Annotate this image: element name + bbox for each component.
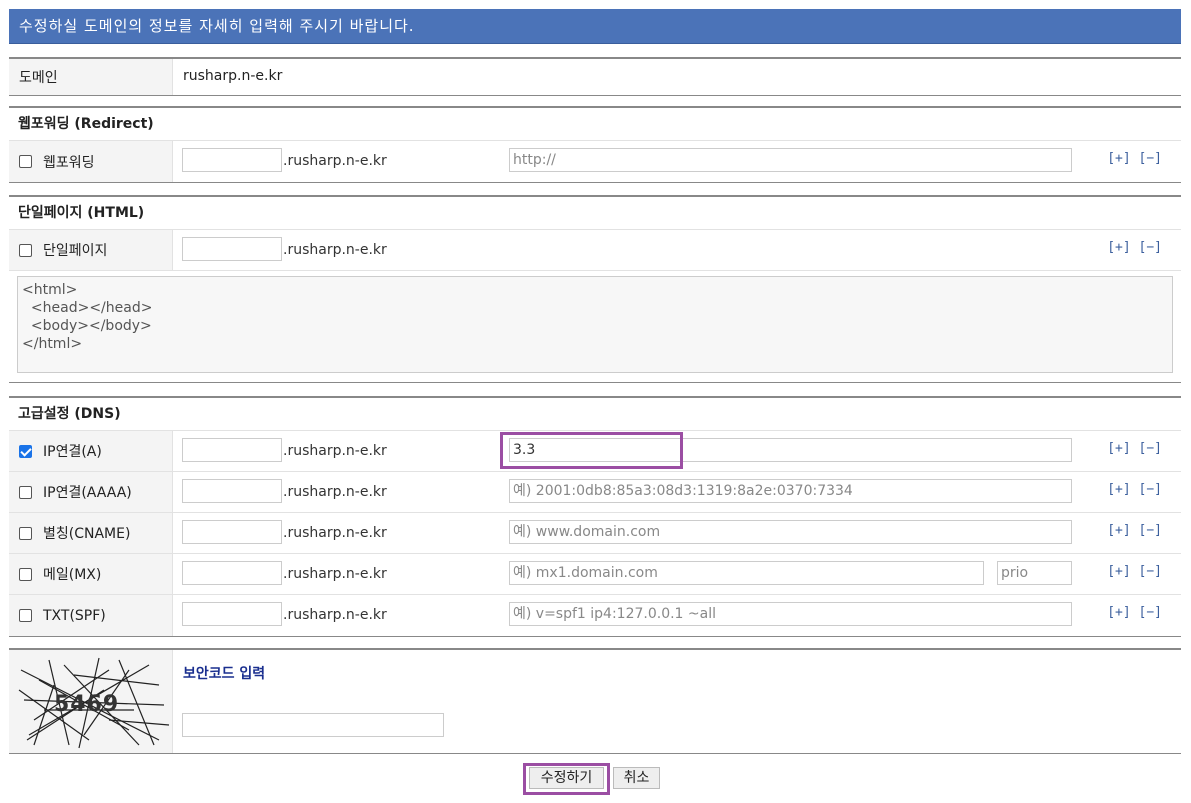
html-page-row: 단일페이지 .rusharp.n-e.kr [+] [−] <box>9 230 1181 271</box>
redirect-subdomain-input[interactable] <box>182 148 282 172</box>
remove-row-button[interactable]: [−] <box>1139 441 1162 456</box>
html-page-subdomain-input[interactable] <box>182 237 282 261</box>
remove-row-button[interactable]: [−] <box>1139 564 1162 579</box>
redirect-row: 웹포워딩 .rusharp.n-e.kr [+] [−] <box>9 141 1181 182</box>
dns-aaaa-checkbox[interactable] <box>19 485 32 499</box>
dns-a-add-remove: [+] [−] <box>1107 441 1162 456</box>
submit-button[interactable]: 수정하기 <box>529 767 604 789</box>
dns-cname-label-cell: 별칭(CNAME) <box>9 513 173 553</box>
dns-txt-value-input[interactable] <box>509 602 1072 626</box>
dns-mx-prio-input[interactable] <box>997 561 1072 585</box>
redirect-title: 웹포워딩 (Redirect) <box>9 108 1181 141</box>
dns-cname-label: 별칭(CNAME) <box>43 526 131 542</box>
cancel-button[interactable]: 취소 <box>613 767 660 789</box>
dns-aaaa-subdomain-input[interactable] <box>182 479 282 503</box>
redirect-label-cell: 웹포워딩 <box>9 141 173 182</box>
remove-row-button[interactable]: [−] <box>1139 605 1162 620</box>
dns-aaaa-label-cell: IP연결(AAAA) <box>9 472 173 512</box>
html-page-label-cell: 단일페이지 <box>9 230 173 270</box>
dns-cname-checkbox[interactable] <box>19 526 32 540</box>
redirect-label: 웹포워딩 <box>43 154 95 171</box>
dns-a-label-cell: IP연결(A) <box>9 431 173 471</box>
redirect-suffix: .rusharp.n-e.kr <box>283 153 387 169</box>
domain-table: 도메인 rusharp.n-e.kr <box>9 57 1181 96</box>
captcha-image: 5469 <box>9 650 173 753</box>
html-page-add-remove: [+] [−] <box>1107 240 1162 255</box>
dns-section: 고급설정 (DNS) IP연결(A) .rusharp.n-e.kr [+] [… <box>9 396 1181 637</box>
dns-txt-label-cell: TXT(SPF) <box>9 595 173 636</box>
dns-cname-value-input[interactable] <box>509 520 1072 544</box>
dns-a-subdomain-input[interactable] <box>182 438 282 462</box>
dns-mx-label-cell: 메일(MX) <box>9 554 173 594</box>
redirect-target-input[interactable] <box>509 148 1072 172</box>
remove-row-button[interactable]: [−] <box>1139 523 1162 538</box>
remove-row-button[interactable]: [−] <box>1139 240 1162 255</box>
add-row-button[interactable]: [+] <box>1107 523 1130 538</box>
dns-mx-add-remove: [+] [−] <box>1107 564 1162 579</box>
html-page-suffix: .rusharp.n-e.kr <box>283 242 387 258</box>
redirect-add-remove: [+] [−] <box>1107 151 1162 166</box>
domain-label: 도메인 <box>9 59 173 95</box>
add-row-button[interactable]: [+] <box>1107 240 1130 255</box>
html-page-label: 단일페이지 <box>43 243 108 259</box>
remove-row-button[interactable]: [−] <box>1139 482 1162 497</box>
dns-cname-suffix: .rusharp.n-e.kr <box>283 525 387 541</box>
dns-row-cname: 별칭(CNAME) .rusharp.n-e.kr [+] [−] <box>9 513 1181 554</box>
dns-aaaa-add-remove: [+] [−] <box>1107 482 1162 497</box>
dns-title: 고급설정 (DNS) <box>9 398 1181 431</box>
add-row-button[interactable]: [+] <box>1107 482 1130 497</box>
html-page-section: 단일페이지 (HTML) 단일페이지 .rusharp.n-e.kr [+] [… <box>9 195 1181 383</box>
dns-mx-suffix: .rusharp.n-e.kr <box>283 566 387 582</box>
html-content-textarea[interactable]: <html> <head></head> <body></body> </htm… <box>17 276 1173 373</box>
add-row-button[interactable]: [+] <box>1107 441 1130 456</box>
add-row-button[interactable]: [+] <box>1107 605 1130 620</box>
dns-row-aaaa: IP연결(AAAA) .rusharp.n-e.kr [+] [−] <box>9 472 1181 513</box>
dns-txt-checkbox[interactable] <box>19 609 32 622</box>
domain-value: rusharp.n-e.kr <box>183 68 283 84</box>
focus-highlight <box>500 432 683 469</box>
dns-a-checkbox[interactable] <box>19 444 32 458</box>
captcha-text: 5469 <box>54 692 120 717</box>
dns-row-txt: TXT(SPF) .rusharp.n-e.kr [+] [−] <box>9 595 1181 636</box>
dns-cname-subdomain-input[interactable] <box>182 520 282 544</box>
add-row-button[interactable]: [+] <box>1107 151 1130 166</box>
security-section: 5469 보안코드 입력 <box>9 648 1181 754</box>
dns-txt-suffix: .rusharp.n-e.kr <box>283 607 387 623</box>
dns-row-a: IP연결(A) .rusharp.n-e.kr [+] [−] <box>9 431 1181 472</box>
html-page-title: 단일페이지 (HTML) <box>9 197 1181 230</box>
redirect-checkbox[interactable] <box>19 155 32 168</box>
dns-mx-value-input[interactable] <box>509 561 984 585</box>
dns-txt-add-remove: [+] [−] <box>1107 605 1162 620</box>
remove-row-button[interactable]: [−] <box>1139 151 1162 166</box>
domain-row: 도메인 rusharp.n-e.kr <box>9 59 1181 95</box>
page-header: 수정하실 도메인의 정보를 자세히 입력해 주시기 바랍니다. <box>9 9 1181 44</box>
html-content-area: <html> <head></head> <body></body> </htm… <box>9 271 1181 381</box>
add-row-button[interactable]: [+] <box>1107 564 1130 579</box>
dns-txt-label: TXT(SPF) <box>43 607 106 624</box>
dns-mx-checkbox[interactable] <box>19 567 32 581</box>
dns-aaaa-suffix: .rusharp.n-e.kr <box>283 484 387 500</box>
redirect-section: 웹포워딩 (Redirect) 웹포워딩 .rusharp.n-e.kr [+]… <box>9 106 1181 183</box>
dns-aaaa-value-input[interactable] <box>509 479 1072 503</box>
dns-mx-label: 메일(MX) <box>43 567 102 583</box>
html-page-checkbox[interactable] <box>19 243 32 257</box>
dns-a-suffix: .rusharp.n-e.kr <box>283 443 387 459</box>
dns-txt-subdomain-input[interactable] <box>182 602 282 626</box>
dns-a-label: IP연결(A) <box>43 444 102 460</box>
dns-mx-subdomain-input[interactable] <box>182 561 282 585</box>
security-code-input[interactable] <box>182 713 444 737</box>
security-code-label: 보안코드 입력 <box>183 666 266 682</box>
dns-aaaa-label: IP연결(AAAA) <box>43 485 132 501</box>
dns-row-mx: 메일(MX) .rusharp.n-e.kr [+] [−] <box>9 554 1181 595</box>
dns-cname-add-remove: [+] [−] <box>1107 523 1162 538</box>
